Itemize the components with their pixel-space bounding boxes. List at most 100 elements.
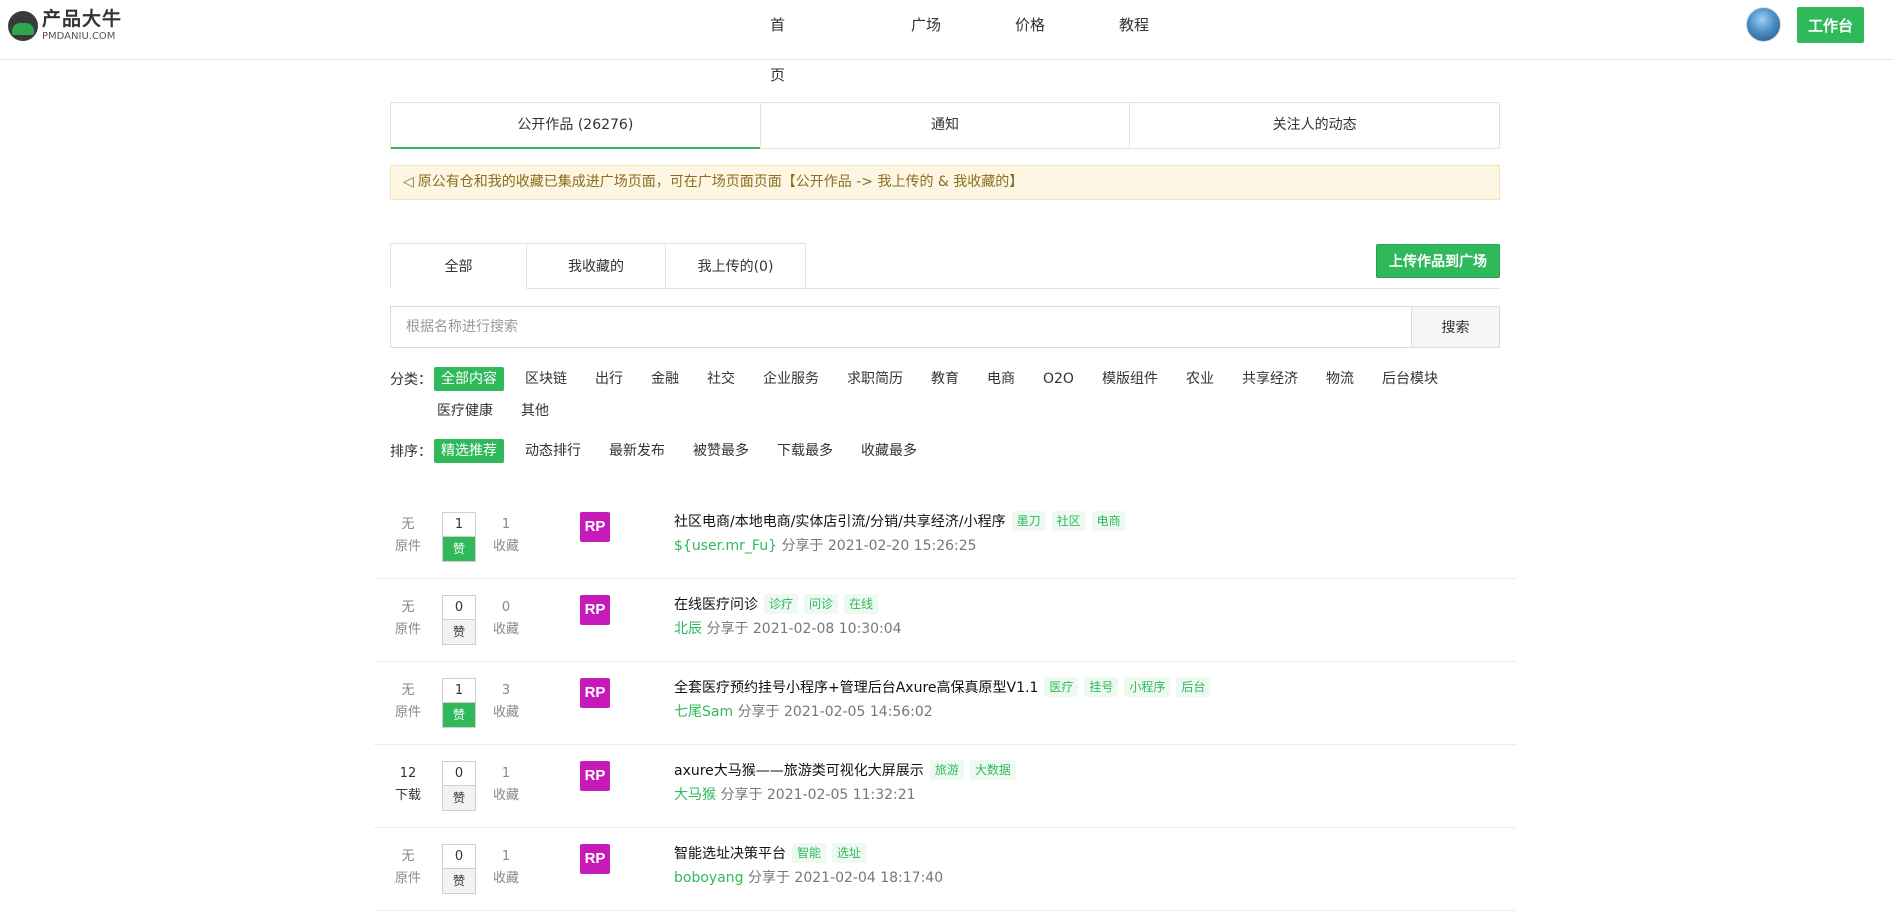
item-title[interactable]: axure大马猴——旅游类可视化大屏展示 (674, 760, 924, 780)
download-stat[interactable]: 无 原件 (394, 680, 422, 724)
category-chip[interactable]: 后台模块 (1375, 367, 1445, 391)
item-tag: 选址 (832, 843, 867, 863)
item-author[interactable]: 七尾Sam (674, 704, 733, 720)
user-avatar[interactable] (1746, 7, 1781, 42)
download-label: 下载 (394, 788, 421, 803)
item-author[interactable]: 北辰 (674, 621, 702, 637)
download-label: 原件 (394, 871, 421, 886)
item-tag: 智能 (792, 843, 827, 863)
sort-chip[interactable]: 下载最多 (770, 439, 840, 463)
rp-file-icon[interactable]: RP (580, 761, 610, 791)
subtab-all[interactable]: 全部 (390, 243, 527, 289)
tab-public-works[interactable]: 公开作品 (26276) (391, 103, 761, 149)
like-button[interactable]: 赞 (443, 703, 475, 727)
upload-work-button[interactable]: 上传作品到广场 (1376, 244, 1500, 278)
category-chip[interactable]: O2O (1036, 367, 1081, 391)
favorite-stat[interactable]: 3 收藏 (492, 680, 520, 724)
category-chip[interactable]: 共享经济 (1235, 367, 1305, 391)
favorite-label: 收藏 (492, 539, 519, 554)
category-chip[interactable]: 企业服务 (756, 367, 826, 391)
category-chip[interactable]: 金融 (644, 367, 686, 391)
download-value: 无 (401, 517, 415, 532)
download-label: 原件 (394, 539, 421, 554)
category-chip[interactable]: 求职简历 (840, 367, 910, 391)
download-value: 无 (401, 600, 415, 615)
item-title[interactable]: 智能选址决策平台 (674, 843, 786, 863)
item-tag: 社区 (1051, 511, 1086, 531)
category-chip[interactable]: 医疗健康 (430, 399, 500, 423)
sort-chip[interactable]: 精选推荐 (434, 439, 504, 463)
subtab-uploaded[interactable]: 我上传的(0) (666, 243, 806, 289)
download-value: 无 (401, 683, 415, 698)
item-title[interactable]: 全套医疗预约挂号小程序+管理后台Axure高保真原型V1.1 (674, 677, 1038, 697)
item-author[interactable]: 大马猴 (674, 787, 716, 803)
rp-file-icon[interactable]: RP (580, 595, 610, 625)
download-stat[interactable]: 无 原件 (394, 514, 422, 558)
workbench-button[interactable]: 工作台 (1797, 7, 1864, 43)
favorite-stat[interactable]: 0 收藏 (492, 597, 520, 641)
like-button[interactable]: 赞 (443, 537, 475, 561)
favorite-stat[interactable]: 1 收藏 (492, 514, 520, 558)
favorite-count: 0 (501, 600, 511, 615)
item-shared-time: 分享于 2021-02-20 15:26:25 (781, 538, 977, 554)
notice-text: 原公有仓和我的收藏已集成进广场页面，可在广场页面页面【公开作品 -> 我上传的 … (417, 174, 1024, 190)
nav-item-tutorial[interactable]: 教程 (1082, 0, 1186, 50)
like-button[interactable]: 赞 (443, 869, 475, 893)
category-chip[interactable]: 区块链 (518, 367, 574, 391)
download-label: 原件 (394, 622, 421, 637)
search-input[interactable] (391, 307, 1411, 347)
subtab-favorites[interactable]: 我收藏的 (527, 243, 666, 289)
category-label: 分类： (390, 372, 432, 388)
search-button[interactable]: 搜索 (1411, 307, 1499, 347)
like-button[interactable]: 赞 (443, 786, 475, 810)
category-filter-row2: 医疗健康 其他 (430, 399, 570, 423)
like-count: 0 (443, 762, 475, 786)
favorite-count: 3 (501, 683, 511, 698)
like-button[interactable]: 赞 (443, 620, 475, 644)
category-chip[interactable]: 其他 (514, 399, 556, 423)
category-chip[interactable]: 电商 (980, 367, 1022, 391)
main-nav: 首页 广场 价格 教程 (770, 0, 1186, 84)
item-tag: 医疗 (1044, 677, 1079, 697)
tab-following-activity[interactable]: 关注人的动态 (1130, 103, 1499, 148)
download-stat[interactable]: 无 原件 (394, 597, 422, 641)
category-chip[interactable]: 物流 (1319, 367, 1361, 391)
category-chip[interactable]: 社交 (700, 367, 742, 391)
favorite-stat[interactable]: 1 收藏 (492, 763, 520, 807)
like-count: 0 (443, 845, 475, 869)
rp-file-icon[interactable]: RP (580, 844, 610, 874)
category-chip[interactable]: 出行 (588, 367, 630, 391)
nav-item-home[interactable]: 首页 (770, 0, 798, 84)
list-item: 无 原件 1 赞 1 收藏 RP 社区电商/本地电商/实体店引流/分销/共享经济… (374, 496, 1516, 579)
category-chip[interactable]: 农业 (1179, 367, 1221, 391)
download-stat[interactable]: 无 原件 (394, 846, 422, 890)
nav-item-pricing[interactable]: 价格 (978, 0, 1082, 50)
download-stat[interactable]: 12 下载 (394, 763, 422, 807)
logo-text: 产品大牛 PMDANIU.COM (42, 10, 122, 42)
nav-item-square[interactable]: 广场 (874, 0, 978, 50)
item-tag: 旅游 (929, 760, 964, 780)
sort-chip[interactable]: 被赞最多 (686, 439, 756, 463)
category-chip[interactable]: 教育 (924, 367, 966, 391)
download-value: 12 (399, 766, 417, 781)
tab-notifications[interactable]: 通知 (761, 103, 1131, 148)
search-bar: 搜索 (390, 306, 1500, 348)
favorite-stat[interactable]: 1 收藏 (492, 846, 520, 890)
sort-chip[interactable]: 最新发布 (602, 439, 672, 463)
favorite-label: 收藏 (492, 705, 519, 720)
item-title[interactable]: 社区电商/本地电商/实体店引流/分销/共享经济/小程序 (674, 511, 1006, 531)
rp-file-icon[interactable]: RP (580, 678, 610, 708)
category-chip[interactable]: 模版组件 (1095, 367, 1165, 391)
sort-chip[interactable]: 收藏最多 (854, 439, 924, 463)
favorite-count: 1 (501, 517, 511, 532)
item-author[interactable]: ${user.mr_Fu} (674, 538, 777, 554)
works-list: 无 原件 1 赞 1 收藏 RP 社区电商/本地电商/实体店引流/分销/共享经济… (374, 496, 1516, 911)
rp-file-icon[interactable]: RP (580, 512, 610, 542)
item-title[interactable]: 在线医疗问诊 (674, 594, 758, 614)
category-chip[interactable]: 全部内容 (434, 367, 504, 391)
site-logo[interactable]: 产品大牛 PMDANIU.COM (8, 10, 122, 42)
like-box: 0 赞 (442, 844, 476, 894)
item-author[interactable]: boboyang (674, 870, 744, 886)
sort-chip[interactable]: 动态排行 (518, 439, 588, 463)
sort-filter: 排序： 精选推荐 动态排行 最新发布 被赞最多 下载最多 收藏最多 (390, 439, 938, 463)
